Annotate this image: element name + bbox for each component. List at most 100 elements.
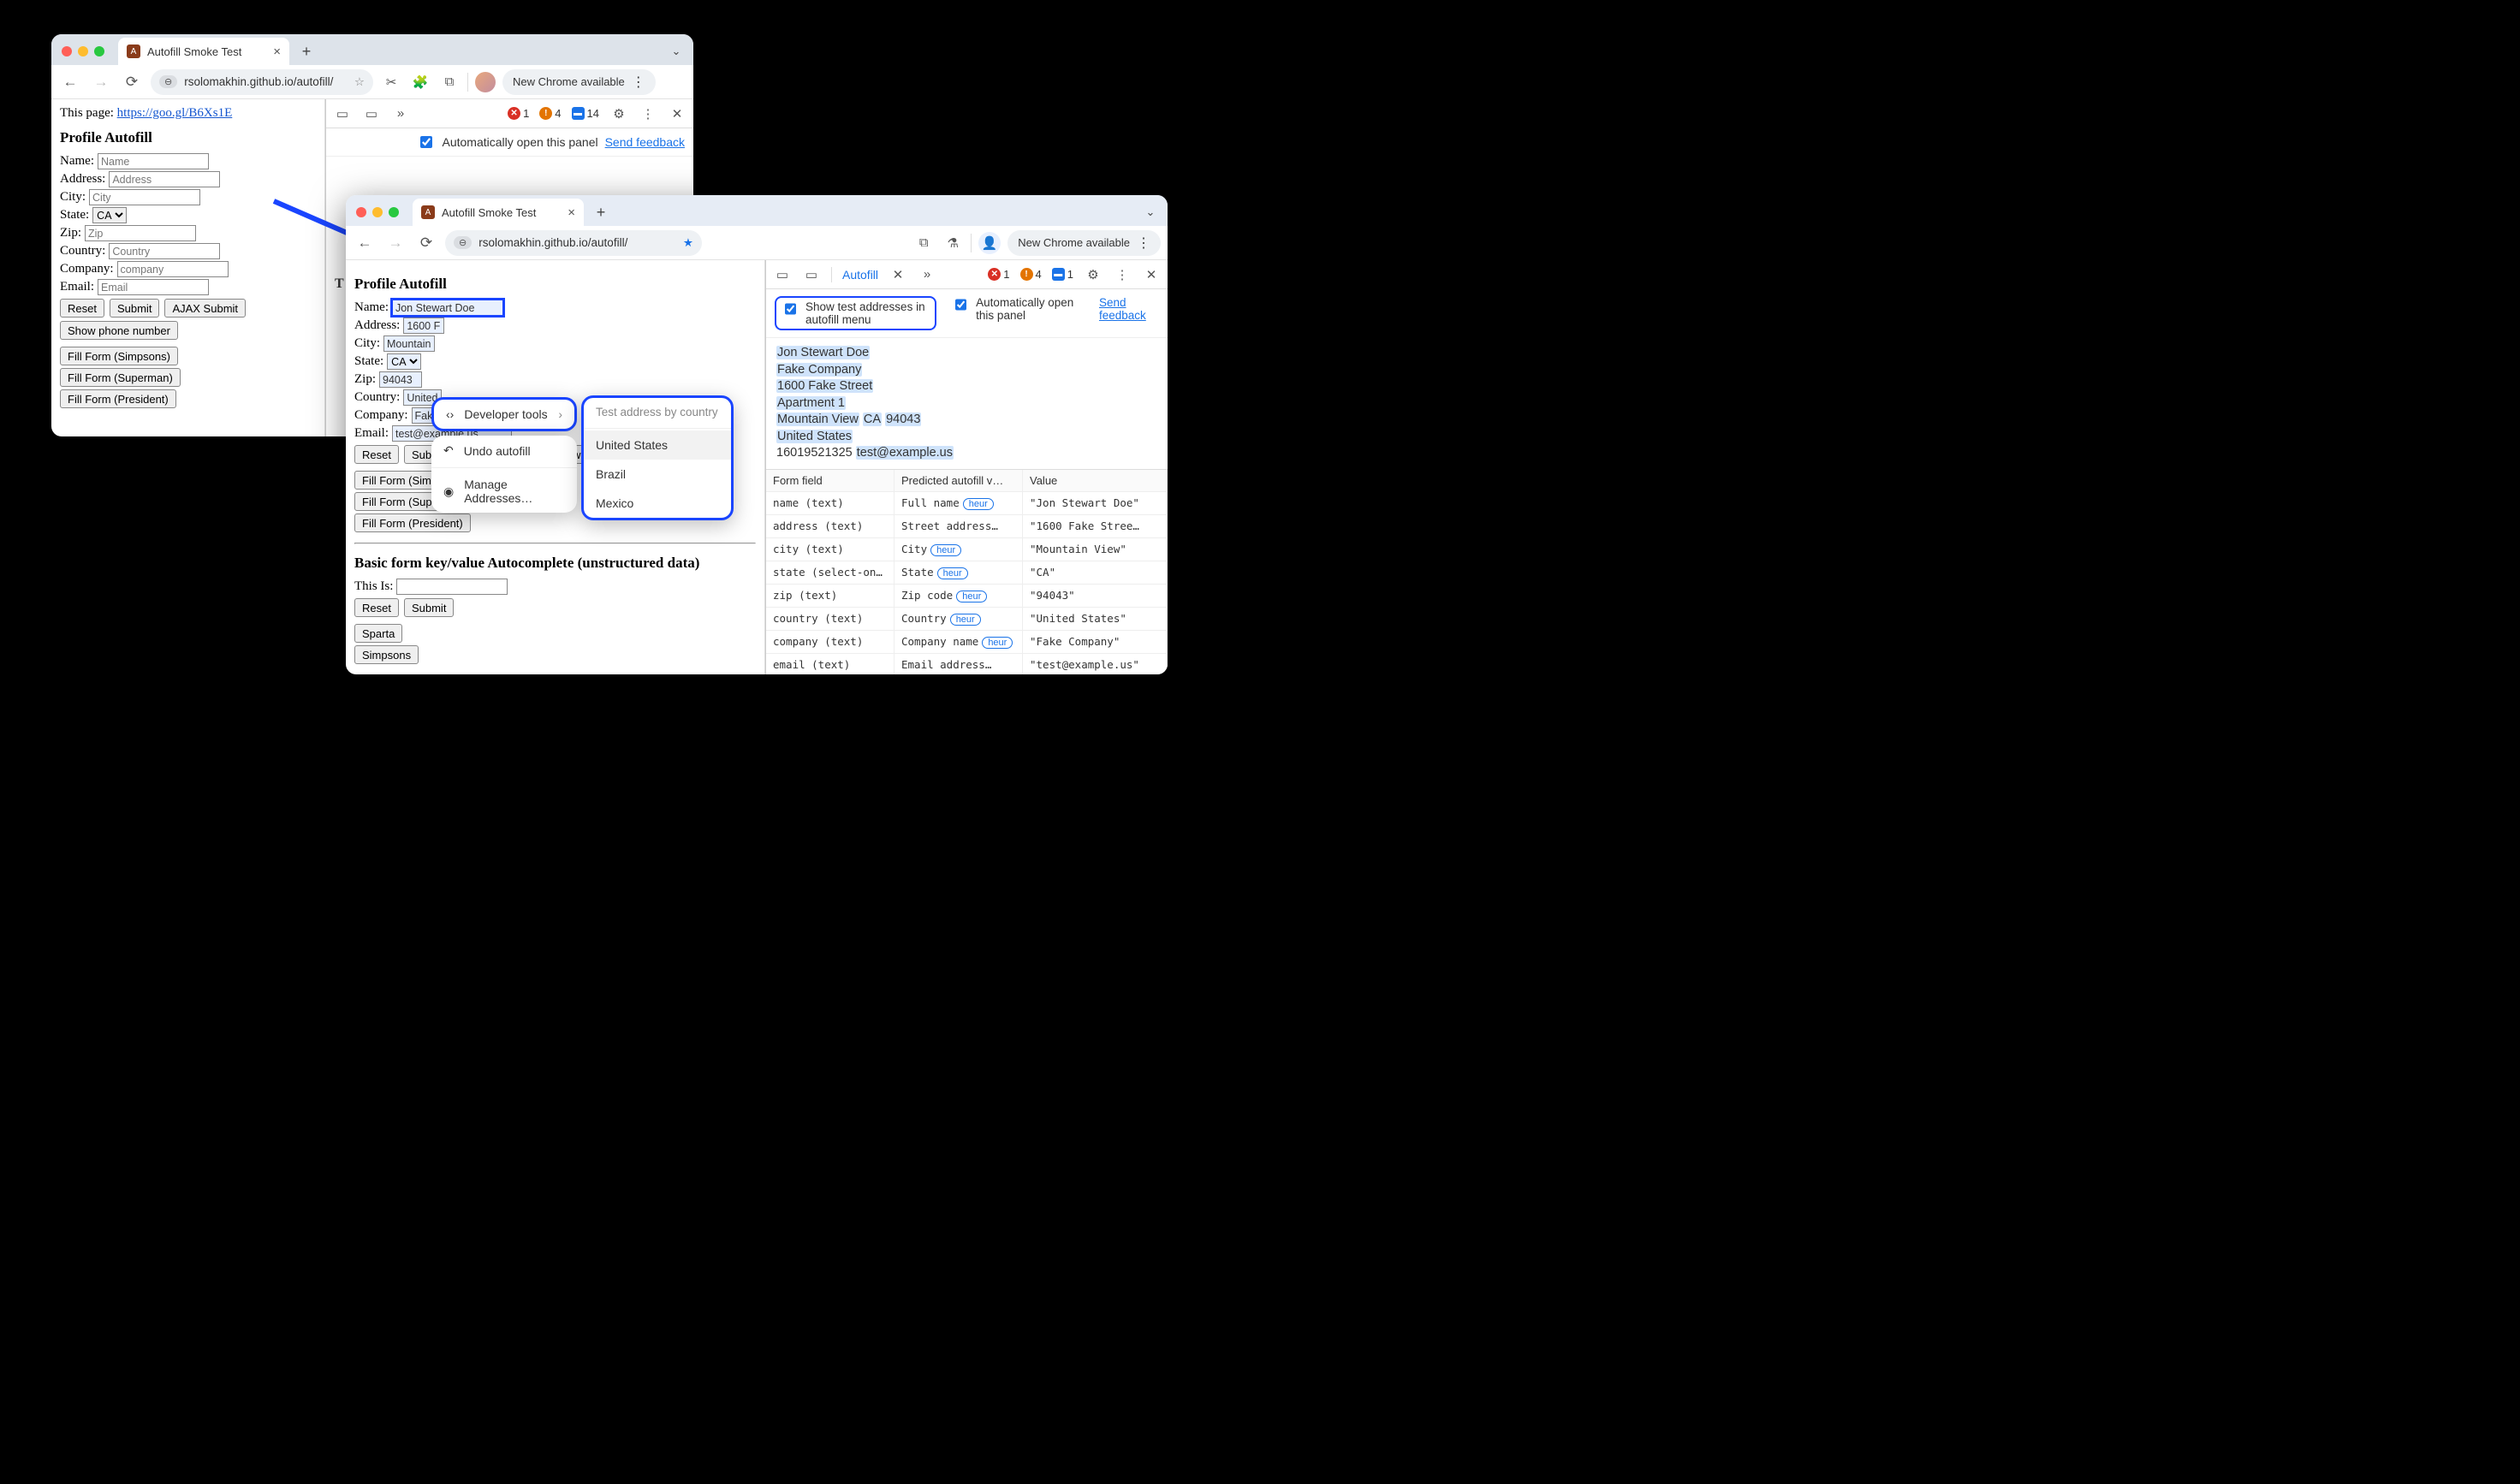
info-badge[interactable]: ▬14 <box>572 107 599 120</box>
email-field[interactable] <box>98 279 209 295</box>
zip-field[interactable] <box>85 225 196 241</box>
company-field[interactable] <box>117 261 229 277</box>
close-tab-icon[interactable]: × <box>568 205 575 220</box>
menu-icon[interactable]: ⋮ <box>1137 234 1150 252</box>
table-row[interactable]: state (select-on…Stateheur"CA" <box>766 561 1168 585</box>
reload-button[interactable]: ⟳ <box>414 231 438 255</box>
auto-open-checkbox[interactable] <box>955 299 966 311</box>
tabs-menu-icon[interactable]: ⌄ <box>1140 202 1161 223</box>
device-toggle-icon[interactable]: ▭ <box>802 265 821 284</box>
close-tab-icon[interactable]: × <box>273 45 281 59</box>
minimize-window-icon[interactable] <box>372 207 383 217</box>
context-developer-tools[interactable]: ‹› Developer tools › <box>431 397 577 431</box>
show-phone-button[interactable]: Show phone number <box>60 321 178 340</box>
close-window-icon[interactable] <box>356 207 366 217</box>
error-badge[interactable]: ✕1 <box>508 107 529 120</box>
page-short-link[interactable]: https://goo.gl/B6Xs1E <box>117 106 233 120</box>
tabs-menu-icon[interactable]: ⌄ <box>666 41 686 62</box>
table-row[interactable]: address (text)Street addressheu"1600 Fak… <box>766 515 1168 538</box>
country-field[interactable] <box>109 243 220 259</box>
puzzle-icon[interactable]: ⧉ <box>438 71 461 93</box>
city-field[interactable] <box>89 189 200 205</box>
show-test-addresses-checkbox[interactable] <box>785 303 796 315</box>
simpsons-button[interactable]: Simpsons <box>354 645 419 664</box>
address-bar[interactable]: ⊖ rsolomakhin.github.io/autofill/ ☆ <box>151 69 373 95</box>
close-panel-tab-icon[interactable]: ✕ <box>889 265 907 284</box>
inspect-icon[interactable]: ▭ <box>333 104 352 123</box>
reset-button[interactable]: Reset <box>354 445 399 464</box>
address-field[interactable] <box>403 318 444 334</box>
device-toggle-icon[interactable]: ▭ <box>362 104 381 123</box>
back-button[interactable]: ← <box>58 70 82 94</box>
submit-button[interactable]: Submit <box>110 299 159 318</box>
browser-tab[interactable]: A Autofill Smoke Test × <box>413 199 584 226</box>
table-row[interactable]: email (text)Email addressheur"test@examp… <box>766 654 1168 674</box>
close-window-icon[interactable] <box>62 46 72 56</box>
settings-icon[interactable]: ⚙ <box>1084 265 1102 284</box>
profile-avatar[interactable] <box>475 72 496 92</box>
state-select[interactable]: CA <box>387 353 421 370</box>
country-option-mexico[interactable]: Mexico <box>584 489 731 518</box>
send-feedback-link[interactable]: Send feedback <box>605 135 685 149</box>
fill-simpsons-button[interactable]: Fill Form (Simpsons) <box>60 347 178 365</box>
city-field[interactable] <box>383 335 435 352</box>
table-row[interactable]: name (text)Full nameheur"Jon Stewart Doe… <box>766 492 1168 515</box>
more-panels-icon[interactable]: » <box>918 265 936 284</box>
new-chrome-chip[interactable]: New Chrome available ⋮ <box>1007 230 1161 256</box>
new-tab-button[interactable]: + <box>294 39 318 63</box>
browser-tab[interactable]: A Autofill Smoke Test × <box>118 38 289 65</box>
puzzle-icon[interactable]: ⧉ <box>912 232 935 254</box>
fill-president-button[interactable]: Fill Form (President) <box>354 513 471 532</box>
ctx-manage-addresses[interactable]: ◉ Manage Addresses… <box>431 470 577 513</box>
error-badge[interactable]: ✕1 <box>988 268 1009 281</box>
reset-button[interactable]: Reset <box>60 299 104 318</box>
new-tab-button[interactable]: + <box>589 200 613 224</box>
profile-avatar[interactable]: 👤 <box>978 232 1001 254</box>
name-field[interactable] <box>98 153 209 169</box>
table-row[interactable]: country (text)Countryheur"United States" <box>766 608 1168 631</box>
scissors-icon[interactable]: ✂ <box>380 71 402 93</box>
extension-icon[interactable]: 🧩 <box>409 71 431 93</box>
kebab-icon[interactable]: ⋮ <box>1113 265 1132 284</box>
warning-badge[interactable]: !4 <box>1020 268 1042 281</box>
info-badge[interactable]: ▬1 <box>1052 268 1073 281</box>
close-devtools-icon[interactable]: ✕ <box>668 104 686 123</box>
table-row[interactable]: zip (text)Zip codeheur"94043" <box>766 585 1168 608</box>
table-row[interactable]: company (text)Company nameheur"Fake Comp… <box>766 631 1168 654</box>
name-field[interactable] <box>392 300 503 316</box>
bookmark-icon[interactable]: ★ <box>683 236 693 250</box>
minimize-window-icon[interactable] <box>78 46 88 56</box>
site-info-icon[interactable]: ⊖ <box>159 75 177 88</box>
address-field[interactable] <box>109 171 220 187</box>
settings-icon[interactable]: ⚙ <box>609 104 628 123</box>
inspect-icon[interactable]: ▭ <box>773 265 792 284</box>
ctx-undo-autofill[interactable]: ↶ Undo autofill <box>431 436 577 466</box>
warning-badge[interactable]: !4 <box>539 107 561 120</box>
back-button[interactable]: ← <box>353 231 377 255</box>
close-devtools-icon[interactable]: ✕ <box>1142 265 1161 284</box>
ajax-submit-button[interactable]: AJAX Submit <box>164 299 246 318</box>
site-info-icon[interactable]: ⊖ <box>454 236 472 249</box>
table-row[interactable]: city (text)Cityheur"Mountain View" <box>766 538 1168 561</box>
sparta-button[interactable]: Sparta <box>354 624 402 643</box>
bookmark-icon[interactable]: ☆ <box>354 75 365 89</box>
kebab-icon[interactable]: ⋮ <box>639 104 657 123</box>
state-select[interactable]: CA <box>92 207 127 223</box>
send-feedback-link[interactable]: Send feedback <box>1099 296 1159 322</box>
thisis-field[interactable] <box>396 579 508 595</box>
fill-president-button[interactable]: Fill Form (President) <box>60 389 176 408</box>
auto-open-checkbox[interactable] <box>420 136 432 148</box>
submit2-button[interactable]: Submit <box>404 598 454 617</box>
zip-field[interactable] <box>379 371 422 388</box>
country-option-brazil[interactable]: Brazil <box>584 460 731 489</box>
country-option-us[interactable]: United States <box>584 430 731 460</box>
devtools-tab-autofill[interactable]: Autofill <box>842 268 878 282</box>
menu-icon[interactable]: ⋮ <box>632 74 645 91</box>
more-panels-icon[interactable]: » <box>391 104 410 123</box>
reset2-button[interactable]: Reset <box>354 598 399 617</box>
reload-button[interactable]: ⟳ <box>120 70 144 94</box>
fill-superman-button[interactable]: Fill Form (Superman) <box>60 368 181 387</box>
address-bar[interactable]: ⊖ rsolomakhin.github.io/autofill/ ★ <box>445 230 702 256</box>
new-chrome-chip[interactable]: New Chrome available ⋮ <box>502 69 656 95</box>
maximize-window-icon[interactable] <box>389 207 399 217</box>
